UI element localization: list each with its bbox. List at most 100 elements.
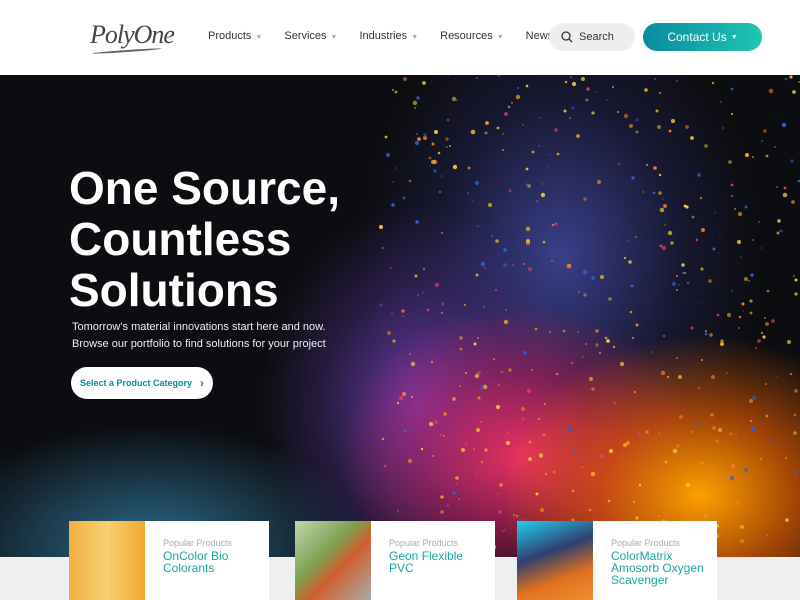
- particle: [573, 469, 575, 471]
- particle: [446, 118, 450, 122]
- particle: [762, 335, 766, 339]
- particle: [387, 331, 391, 335]
- particle: [653, 166, 657, 170]
- nav-products[interactable]: Products ▼: [208, 30, 262, 42]
- particle: [789, 75, 793, 79]
- product-card-colormatrix[interactable]: Popular Products ColorMatrix Amosorb Oxyge…: [517, 521, 717, 600]
- particle: [793, 431, 797, 435]
- particle: [402, 76, 408, 82]
- particle: [651, 351, 653, 353]
- nav-services[interactable]: Services ▼: [284, 30, 337, 42]
- particle: [505, 309, 507, 311]
- particle: [509, 376, 511, 378]
- particle: [480, 460, 484, 464]
- particle: [471, 338, 473, 340]
- particle: [764, 317, 766, 319]
- particle: [415, 220, 419, 224]
- particle: [384, 135, 388, 139]
- particle: [608, 448, 614, 454]
- nav-industries[interactable]: Industries ▼: [359, 30, 418, 42]
- particle: [596, 179, 602, 185]
- particle: [570, 76, 572, 78]
- particle: [466, 422, 468, 424]
- particle: [539, 507, 545, 513]
- particle: [423, 136, 427, 140]
- particle: [791, 200, 795, 204]
- particle: [781, 122, 787, 128]
- particle: [676, 80, 678, 82]
- search-label: Search: [579, 31, 614, 43]
- particle: [456, 483, 458, 485]
- hero-title: One Source, Countless Solutions: [69, 163, 340, 316]
- card-title: Geon Flexible PVC: [389, 549, 464, 575]
- particle: [731, 195, 733, 197]
- hero-banner: One Source, Countless Solutions Tomorrow’s…: [0, 75, 800, 557]
- particle: [551, 260, 553, 262]
- card-label: Popular Products: [163, 538, 233, 548]
- polyone-logo[interactable]: PolyOne: [90, 20, 175, 50]
- particle: [749, 299, 753, 303]
- particle: [760, 247, 762, 249]
- nav-resources[interactable]: Resources ▼: [440, 30, 504, 42]
- particle: [598, 351, 602, 355]
- particle: [474, 180, 480, 186]
- particle: [544, 403, 546, 405]
- particle: [768, 88, 774, 94]
- particle: [645, 430, 649, 434]
- particle: [459, 336, 463, 340]
- particle: [765, 414, 769, 418]
- particle: [548, 165, 550, 167]
- title-line: One Source,: [69, 162, 340, 214]
- particle: [417, 294, 419, 296]
- particle: [581, 77, 585, 81]
- particle: [503, 319, 509, 325]
- particle: [497, 383, 501, 387]
- particle: [476, 77, 478, 79]
- particle: [503, 248, 507, 252]
- particle: [670, 118, 676, 124]
- particle: [440, 510, 444, 514]
- particle: [700, 267, 704, 271]
- particle: [451, 96, 457, 102]
- product-card-oncolor[interactable]: Popular Products OnColor Bio Colorants: [69, 521, 269, 600]
- particle: [740, 539, 744, 543]
- particle: [652, 191, 656, 195]
- particle: [607, 499, 611, 503]
- particle: [676, 357, 678, 359]
- particle: [498, 449, 500, 451]
- contact-us-button[interactable]: Contact Us ▼: [643, 23, 762, 51]
- search-button[interactable]: Search: [549, 23, 635, 51]
- particle: [710, 374, 716, 380]
- particle: [414, 274, 418, 278]
- particle: [483, 306, 485, 308]
- particle: [635, 236, 637, 238]
- particle: [525, 84, 529, 88]
- particle: [606, 99, 608, 101]
- particle: [590, 471, 596, 477]
- particle: [391, 203, 395, 207]
- particle: [426, 308, 430, 312]
- particle: [629, 310, 633, 314]
- particle: [659, 244, 663, 248]
- particle: [551, 223, 555, 227]
- particle: [658, 515, 660, 517]
- particle: [452, 397, 456, 401]
- particle: [428, 156, 432, 160]
- particle: [681, 263, 685, 267]
- particle: [658, 91, 662, 95]
- nav-label: Industries: [359, 30, 408, 42]
- particle: [683, 271, 687, 275]
- particle: [385, 152, 391, 158]
- particle: [440, 434, 442, 436]
- product-card-geon[interactable]: Popular Products Geon Flexible PVC: [295, 521, 495, 600]
- particle: [638, 483, 642, 487]
- particle: [407, 458, 413, 464]
- particle: [755, 347, 757, 349]
- particle: [379, 225, 383, 229]
- particle: [476, 473, 478, 475]
- particle: [628, 260, 632, 264]
- particle: [712, 247, 716, 251]
- select-product-category-button[interactable]: Select a Product Category ›: [71, 367, 213, 399]
- particle: [483, 266, 487, 270]
- particle: [774, 146, 776, 148]
